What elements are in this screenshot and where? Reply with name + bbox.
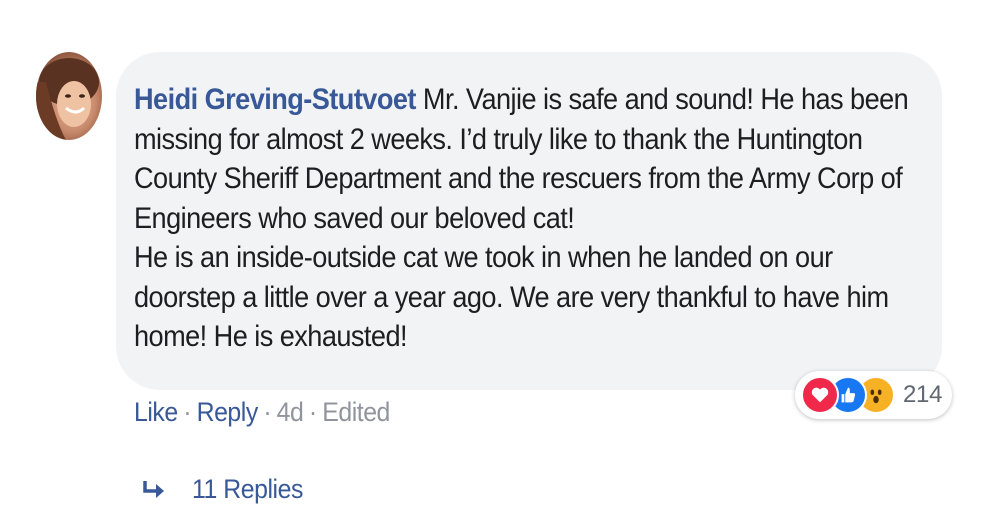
reactions-summary[interactable]: 214 <box>795 371 953 419</box>
comment-actions: Like · Reply · 4d · Edited <box>134 397 390 428</box>
comment-canvas: Heidi Greving-Stutvoet Mr. Vanjie is saf… <box>0 0 1000 523</box>
reaction-count: 214 <box>903 381 943 408</box>
comment-body-second: He is an inside-outside cat we took in w… <box>134 241 889 353</box>
view-replies-button[interactable]: 11 Replies <box>142 474 313 505</box>
avatar[interactable] <box>36 52 102 140</box>
comment-text: Heidi Greving-Stutvoet Mr. Vanjie is saf… <box>134 80 916 357</box>
comment-bubble: Heidi Greving-Stutvoet Mr. Vanjie is saf… <box>116 52 942 390</box>
love-icon <box>801 376 839 414</box>
replies-count-label: 11 Replies <box>192 474 303 504</box>
timestamp-link[interactable]: 4d <box>277 397 304 427</box>
separator: · <box>183 397 192 427</box>
avatar-photo-icon <box>36 58 99 140</box>
author-name-link[interactable]: Heidi Greving-Stutvoet <box>134 83 416 116</box>
reply-button[interactable]: Reply <box>197 397 259 427</box>
edited-label[interactable]: Edited <box>322 397 390 427</box>
separator: · <box>263 397 272 427</box>
like-button[interactable]: Like <box>134 397 178 427</box>
separator: · <box>308 397 317 427</box>
reply-arrow-icon <box>143 480 164 498</box>
